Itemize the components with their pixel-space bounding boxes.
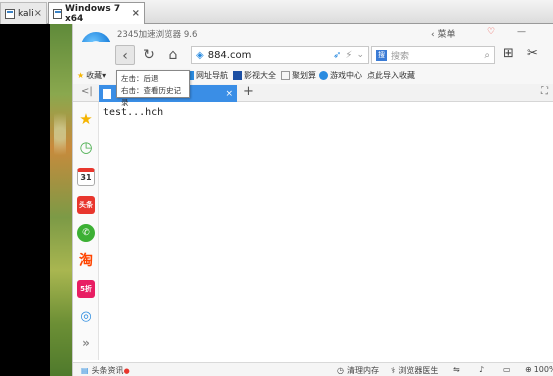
bookmark-label: 影视大全 [244,71,276,80]
gamepad-icon[interactable]: ◎ [77,308,95,326]
volume-icon[interactable]: ♪ [479,365,484,374]
browser-doctor-label: 浏览器医生 [398,366,439,375]
scissors-icon[interactable]: ✂ [527,46,538,61]
zoom-control[interactable]: ⊕ 100% [525,365,553,374]
browser-doctor-button[interactable]: ⚕ 浏览器医生 [391,365,438,376]
tab-tools-icon[interactable]: ⛶ [541,86,548,97]
calendar-icon[interactable]: 31 [77,168,95,186]
game-icon [319,71,328,80]
apps-grid-icon[interactable]: ⊞ [503,46,514,61]
chevron-down-icon[interactable]: ⌄ [356,50,364,60]
back-button[interactable]: ‹ [115,45,135,65]
back-tooltip: 左击：后退 右击：查看历史记录 [116,70,190,107]
tab-list-icon[interactable]: <| [81,86,93,97]
new-tab-button[interactable]: + [243,84,254,99]
title-bar: 2345加速浏览器 9.6 ‹ 菜单 ♡ — [73,24,553,42]
toutiao-icon[interactable]: 头条 [77,196,95,214]
search-engine-icon[interactable]: 搜 [376,49,387,61]
bookmark-label: 收藏 [86,71,103,80]
sidebar: ★ ◷ 31 头条 ✆ 淘 5折 ◎ » [73,102,99,360]
search-box[interactable]: 搜 搜索 ⌕ [371,46,495,64]
page-icon [281,71,290,80]
menu-label: 菜单 [437,30,456,40]
more-icon[interactable]: » [77,334,95,352]
chevron-down-icon: ▾ [102,71,107,80]
history-icon[interactable]: ◷ [77,138,95,156]
search-placeholder: 搜索 [391,51,410,62]
address-text: 884.com [207,49,252,61]
clean-memory-button[interactable]: ◷ 清理内存 [337,365,379,376]
favorites-icon[interactable]: ★ [77,110,95,128]
bookmark-nav[interactable]: 网址导航 [185,70,228,81]
bookmark-favorites[interactable]: ★ 收藏 ▾ [77,70,106,81]
speed-icon[interactable]: ⇋ [453,365,460,374]
desktop-wallpaper [50,24,72,376]
vm-tab-kali[interactable]: kali × [0,2,47,24]
bookmark-label: 聚划算 [292,71,316,80]
navigation-bar: ‹ ↻ ⌂ ◈ 884.com ➶ ⚡ ⌄ 搜 搜索 ⌕ ⊞ ✂ [73,42,553,68]
vm-tab-label: kali [18,8,34,19]
wechat-icon[interactable]: ✆ [77,224,95,242]
window-icon[interactable]: ▭ [503,365,511,374]
refresh-button[interactable]: ↻ [139,45,159,65]
bookmark-label: 游戏中心 [330,71,362,80]
close-icon[interactable]: × [34,8,42,19]
lightning-icon[interactable]: ⚡ [345,50,352,61]
bookmark-juhuasuan[interactable]: 聚划算 [281,70,316,81]
clock-icon: ◷ [337,366,344,375]
import-bookmarks-link[interactable]: 点此导入收藏 [367,70,415,81]
news-button[interactable]: ▤ 头条资讯 ● [81,365,130,376]
bookmark-video[interactable]: 影视大全 [233,70,276,81]
status-bar: ▤ 头条资讯 ● ◷ 清理内存 ⚕ 浏览器医生 ⇋ ♪ ▭ ⊕ 100% [73,362,553,376]
browser-window: 2345加速浏览器 9.6 ‹ 菜单 ♡ — e ‹ ↻ ⌂ ◈ 884.com… [72,24,553,376]
shield-icon: ◈ [196,49,204,61]
rocket-icon[interactable]: ➶ [333,50,341,61]
menu-button[interactable]: ‹ 菜单 [431,27,455,40]
page-icon [103,88,111,99]
minimize-button[interactable]: — [517,27,526,37]
video-icon [233,71,242,80]
search-icon[interactable]: ⌕ [484,50,490,61]
notification-dot-icon: ● [123,366,130,375]
zoom-icon: ⊕ [525,365,532,374]
clean-memory-label: 清理内存 [346,366,379,375]
tooltip-line: 右击：查看历史记录 [121,86,181,107]
zoom-level: 100% [533,365,553,374]
news-label: 头条资讯 [91,366,124,375]
tooltip-line: 左击：后退 [121,74,159,83]
skin-icon[interactable]: ♡ [487,27,495,37]
bookmark-games[interactable]: 游戏中心 [319,70,362,81]
address-bar[interactable]: ◈ 884.com ➶ ⚡ ⌄ [191,46,369,64]
close-tab-icon[interactable]: × [225,89,233,99]
taobao-icon[interactable]: 淘 [77,252,95,270]
vm-icon [53,8,62,19]
star-icon: ★ [77,71,85,80]
sale-icon[interactable]: 5折 [77,280,95,298]
vm-tab-strip: kali × Windows 7 x64 × [0,0,553,24]
bookmark-label: 网址导航 [196,71,228,80]
vm-icon [5,8,15,19]
home-button[interactable]: ⌂ [163,45,183,65]
vm-tab-windows7[interactable]: Windows 7 x64 × [48,2,145,24]
vm-tab-label: Windows 7 x64 [64,3,121,24]
news-icon: ▤ [81,366,89,375]
app-title: 2345加速浏览器 9.6 [117,30,198,40]
doctor-icon: ⚕ [391,366,396,375]
close-icon[interactable]: × [132,8,140,19]
